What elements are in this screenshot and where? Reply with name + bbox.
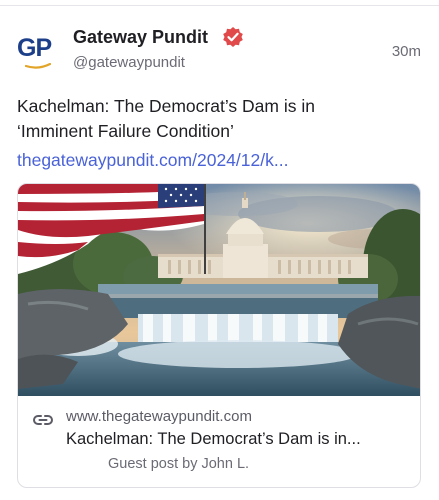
post-text-line: ‘Imminent Failure Condition’ xyxy=(17,121,234,141)
link-icon xyxy=(33,415,53,425)
author-handle[interactable]: @gatewaypundit xyxy=(73,54,185,71)
author-display-name[interactable]: Gateway Pundit xyxy=(73,27,208,48)
post-text: Kachelman: The Democrat’s Dam is in ‘Imm… xyxy=(17,94,422,144)
post-link[interactable]: thegatewaypundit.com/2024/12/k... xyxy=(17,148,288,173)
link-preview-card[interactable]: www.thegatewaypundit.com Kachelman: The … xyxy=(17,183,421,488)
avatar-logo-text: GP xyxy=(17,34,52,62)
avatar[interactable]: GP xyxy=(17,33,59,75)
post-card[interactable]: GP Gateway Pundit @gatewaypundit 30m Kac… xyxy=(0,6,439,500)
post-timestamp[interactable]: 30m xyxy=(392,43,421,60)
link-card-domain: www.thegatewaypundit.com xyxy=(66,408,252,425)
verified-badge-icon xyxy=(223,27,243,47)
avatar-swoosh-icon xyxy=(25,63,51,69)
post-text-line: Kachelman: The Democrat’s Dam is in xyxy=(17,96,315,116)
dam-capitol-flag-image[interactable] xyxy=(18,184,421,396)
link-card-description: Guest post by John L. xyxy=(108,456,250,472)
link-card-title[interactable]: Kachelman: The Democrat’s Dam is in... xyxy=(66,430,361,449)
link-card-meta[interactable]: www.thegatewaypundit.com Kachelman: The … xyxy=(18,396,420,487)
